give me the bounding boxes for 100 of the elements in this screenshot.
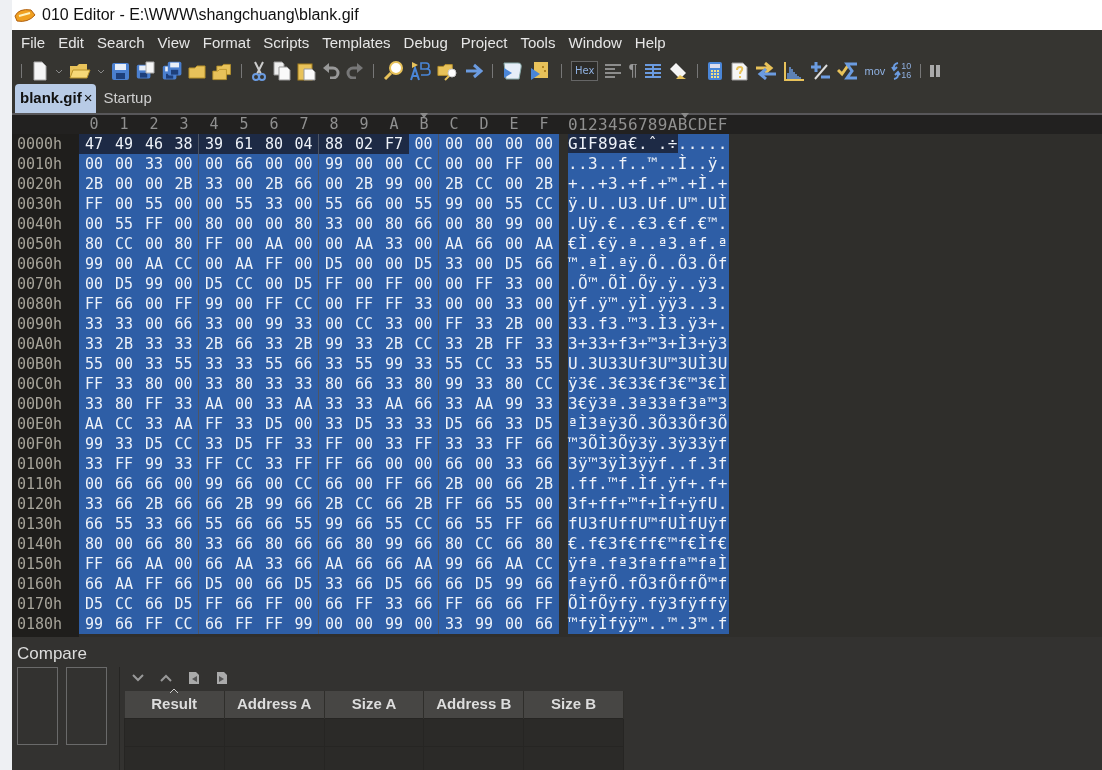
hex-byte: 00	[263, 274, 285, 294]
ascii-text: fU3fUffU™fUÌfUÿf	[568, 514, 729, 534]
hex-byte: FF	[263, 434, 285, 454]
hex-byte: CC	[533, 194, 555, 214]
pause-icon[interactable]	[930, 65, 941, 77]
hex-byte: 33	[113, 314, 135, 334]
hex-byte: FF	[443, 594, 465, 614]
menu-item[interactable]: Tools	[515, 32, 564, 55]
hex-byte: FF	[83, 374, 105, 394]
lines-icon[interactable]	[604, 63, 623, 79]
help-document-icon[interactable]	[728, 61, 749, 81]
menu-item[interactable]: Window	[563, 32, 630, 55]
save-as-icon[interactable]	[136, 61, 156, 81]
hex-byte: 55	[443, 354, 465, 374]
column-header[interactable]: Size B	[523, 691, 624, 718]
new-file-icon[interactable]	[31, 61, 49, 81]
file-tab[interactable]: Startup	[98, 83, 156, 113]
dropdown-caret-icon[interactable]	[55, 68, 63, 74]
hex-byte: 55	[533, 354, 555, 374]
histogram-icon[interactable]	[782, 61, 805, 81]
hex-byte: 55	[143, 194, 165, 214]
hex-byte: 80	[323, 374, 345, 394]
column-header: 6	[268, 115, 280, 134]
hex-byte: 99	[263, 494, 285, 514]
row-offset: 0000h	[17, 134, 64, 154]
open-folder-icon[interactable]	[69, 62, 91, 80]
replace-icon[interactable]	[409, 61, 431, 81]
menu-item[interactable]: Search	[92, 32, 153, 55]
hex-byte: FF	[143, 394, 165, 414]
undo-icon[interactable]	[322, 63, 340, 79]
chevron-up-icon[interactable]	[160, 674, 172, 682]
hex-byte: 2B	[353, 174, 375, 194]
copy-icon[interactable]	[273, 61, 291, 81]
hex-byte: 33	[289, 314, 319, 334]
row-offset: 0090h	[17, 314, 64, 334]
document-next-icon[interactable]	[216, 671, 228, 685]
hex-byte: 33	[83, 314, 105, 334]
menu-item[interactable]: Edit	[53, 32, 93, 55]
hex-byte: 33	[233, 354, 255, 374]
menu-item[interactable]: View	[152, 32, 198, 55]
base-convert-arrows-icon	[891, 62, 902, 80]
hex-byte: 00	[533, 494, 555, 514]
script-icon[interactable]	[502, 60, 524, 82]
column-header[interactable]: Address B	[423, 691, 524, 718]
pilcrow-button[interactable]: ¶	[628, 61, 638, 81]
arrow-right-icon[interactable]	[465, 63, 483, 79]
hex-byte: 33	[383, 314, 405, 334]
hex-byte: 00	[473, 454, 495, 474]
hex-byte: 00	[263, 154, 285, 174]
row-offset: 00C0h	[17, 374, 64, 394]
chevron-down-icon[interactable]	[132, 674, 144, 682]
hex-byte: D5	[289, 274, 319, 294]
column-header[interactable]: Size A	[324, 691, 424, 718]
folders-icon[interactable]	[212, 61, 232, 81]
column-header: B	[418, 115, 430, 134]
columns-icon[interactable]	[643, 63, 662, 79]
calculator-icon[interactable]	[706, 61, 723, 81]
folder-icon[interactable]	[188, 62, 206, 80]
menu-item[interactable]: Format	[197, 32, 259, 55]
hex-toggle-button[interactable]: Hex	[571, 61, 599, 81]
checksum-icon[interactable]	[836, 61, 859, 81]
hex-byte: 00	[169, 474, 199, 494]
mov-button[interactable]: mov	[864, 62, 886, 80]
menu-item[interactable]: Project	[455, 32, 516, 55]
menu-item[interactable]: Debug	[398, 32, 456, 55]
hex-byte: 55	[233, 194, 255, 214]
save-all-icon[interactable]	[162, 61, 182, 81]
document-prev-icon[interactable]	[188, 671, 200, 685]
menu-item[interactable]: Help	[629, 32, 674, 55]
row-offset: 00A0h	[17, 334, 64, 354]
dropdown-caret-icon[interactable]	[97, 68, 105, 74]
search-icon[interactable]	[383, 61, 403, 81]
menu-item[interactable]: File	[16, 32, 54, 55]
menu-item[interactable]: Scripts	[258, 32, 318, 55]
hex-byte: 00	[409, 614, 439, 634]
file-tab[interactable]: blank.gif	[20, 88, 82, 106]
hex-byte: D5	[203, 274, 225, 294]
hex-byte: FF	[233, 614, 255, 634]
column-header[interactable]: Address A	[224, 691, 325, 718]
hex-byte: FF	[443, 494, 465, 514]
redo-icon[interactable]	[346, 63, 364, 79]
save-icon[interactable]	[111, 61, 130, 81]
row-offset: 00B0h	[17, 354, 64, 374]
hex-byte: 99	[473, 614, 495, 634]
cut-icon[interactable]	[251, 61, 267, 81]
hex-byte: CC	[353, 494, 375, 514]
paste-icon[interactable]	[297, 61, 316, 81]
swap-arrows-icon[interactable]	[754, 62, 777, 80]
row-offset: 0070h	[17, 274, 64, 294]
row-offset: 0170h	[17, 594, 64, 614]
column-header[interactable]: Result	[124, 691, 225, 718]
hex-byte: 99	[443, 194, 465, 214]
plus-minus-icon[interactable]	[810, 61, 831, 81]
hex-byte: 80	[353, 534, 375, 554]
hex-byte: D5	[409, 254, 439, 274]
find-in-files-icon[interactable]	[437, 61, 459, 81]
tab-close-button[interactable]: ×	[83, 88, 93, 106]
menu-item[interactable]: Templates	[317, 32, 399, 55]
hex-byte: AA	[143, 254, 165, 274]
hex-byte: 66	[323, 594, 345, 614]
